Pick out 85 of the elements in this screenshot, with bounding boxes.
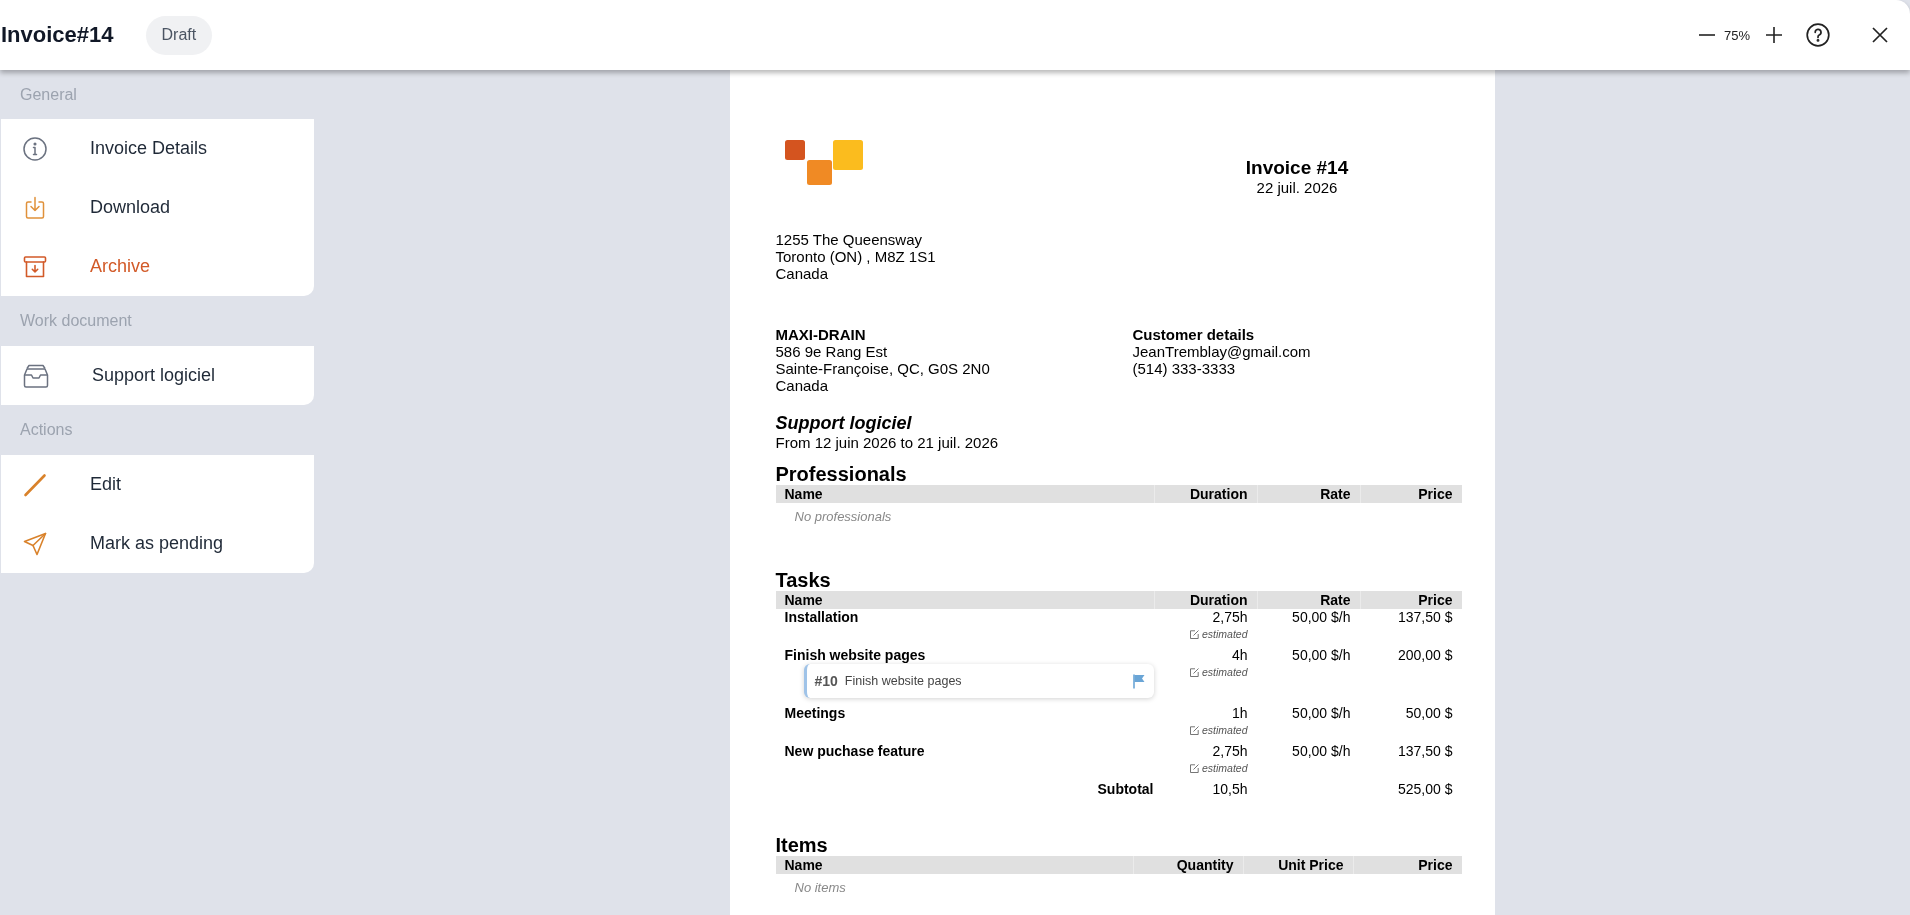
address-line: Toronto (ON) , M8Z 1S1	[775, 248, 937, 265]
column-header: Price	[1352, 856, 1462, 874]
table-cell-text: 10,5h	[1211, 781, 1248, 797]
task-name: Finish website pages	[784, 647, 927, 663]
invoice-title: Invoice #14	[1244, 157, 1350, 179]
section-label: Work document	[19, 311, 133, 331]
logo-icon	[784, 140, 863, 185]
table-cell-text: 4h	[1230, 647, 1248, 663]
estimate-label: estimated	[1201, 724, 1248, 736]
customer-detail: (514) 333-3333	[1132, 360, 1237, 377]
address-line: Canada	[775, 265, 830, 282]
column-header: Price	[1359, 591, 1462, 609]
estimate-label: estimated	[1201, 762, 1248, 774]
section-heading: Items	[775, 834, 829, 856]
edit-square-icon	[1189, 629, 1199, 639]
status-badge: Draft	[145, 15, 213, 55]
table-cell-text: 50,00 $/h	[1291, 647, 1351, 663]
paper-plane-icon	[23, 531, 47, 556]
column-header: Rate	[1256, 485, 1360, 503]
minus-icon	[1698, 34, 1715, 36]
menu-item[interactable]: Archive	[1, 237, 314, 296]
flag-icon	[1132, 673, 1145, 689]
column-header: Unit Price	[1242, 856, 1353, 874]
table-cell-text: 137,50 $	[1397, 609, 1453, 625]
empty-message: No items	[793, 879, 847, 897]
task-name: Meetings	[784, 705, 847, 721]
linked-task-card[interactable]: #10 Finish website pages	[803, 664, 1154, 698]
plus-icon	[1766, 27, 1782, 43]
table-cell-text: 137,50 $	[1397, 743, 1453, 759]
column-header: Quantity	[1132, 856, 1243, 874]
menu-item[interactable]: Mark as pending	[1, 514, 314, 573]
column-header: Duration	[1153, 591, 1257, 609]
column-header: Name	[775, 485, 1154, 503]
empty-message: No professionals	[793, 508, 893, 526]
download-icon	[23, 195, 47, 220]
column-header: Price	[1359, 485, 1462, 503]
archive-box-icon	[23, 254, 47, 279]
table-cell-text: 50,00 $	[1404, 705, 1453, 721]
edit-square-icon	[1189, 667, 1199, 677]
task-name: New puchase feature	[784, 743, 926, 759]
address-line: 1255 The Queensway	[775, 231, 923, 248]
column-header: Name	[775, 856, 1133, 874]
edit-square-icon	[1189, 725, 1199, 735]
menu-item[interactable]: Invoice Details	[1, 119, 314, 178]
pencil-icon	[23, 472, 47, 497]
table-cell-text: 2,75h	[1211, 609, 1248, 625]
client-name: MAXI-DRAIN	[775, 326, 867, 343]
help-icon	[1806, 23, 1830, 47]
task-title: Finish website pages	[844, 673, 962, 689]
column-header: Name	[775, 591, 1154, 609]
column-header: Rate	[1256, 591, 1360, 609]
task-number: #10	[814, 673, 838, 689]
table-cell-text: 50,00 $/h	[1291, 609, 1351, 625]
table-cell-text: 2,75h	[1211, 743, 1248, 759]
close-icon	[1872, 27, 1888, 43]
table-cell-text: 200,00 $	[1397, 647, 1453, 663]
menu-item[interactable]: Download	[1, 178, 314, 237]
section-label: General	[19, 84, 78, 105]
table-cell-text: 50,00 $/h	[1291, 705, 1351, 721]
menu-item[interactable]: Support logiciel	[1, 346, 314, 405]
project-period: From 12 juin 2026 to 21 juil. 2026	[775, 434, 1000, 451]
section-label: Actions	[19, 420, 74, 440]
table-cell-text: 50,00 $/h	[1291, 743, 1351, 759]
zoom-level: 75%	[1723, 27, 1750, 43]
inbox-tray-icon	[23, 363, 49, 388]
page-title: Invoice#14	[1, 22, 114, 48]
info-icon	[23, 136, 47, 161]
customer-detail: JeanTremblay@gmail.com	[1132, 343, 1312, 360]
table-cell-text: 525,00 $	[1397, 781, 1453, 797]
section-heading: Professionals	[775, 463, 908, 485]
address-line: 586 9e Rang Est	[775, 343, 889, 360]
menu-item[interactable]: Edit	[1, 455, 314, 514]
customer-heading: Customer details	[1132, 326, 1256, 343]
project-name: Support logiciel	[775, 413, 913, 434]
estimate-label: estimated	[1201, 628, 1248, 640]
address-line: Sainte-Françoise, QC, G0S 2N0	[775, 360, 991, 377]
table-cell-text: 1h	[1230, 705, 1248, 721]
edit-square-icon	[1189, 763, 1199, 773]
subtotal-label: Subtotal	[1096, 781, 1154, 797]
invoice-date: 22 juil. 2026	[1255, 179, 1339, 196]
task-name: Installation	[784, 609, 860, 625]
column-header: Duration	[1153, 485, 1257, 503]
estimate-label: estimated	[1201, 666, 1248, 678]
address-line: Canada	[775, 377, 830, 394]
section-heading: Tasks	[775, 569, 832, 591]
